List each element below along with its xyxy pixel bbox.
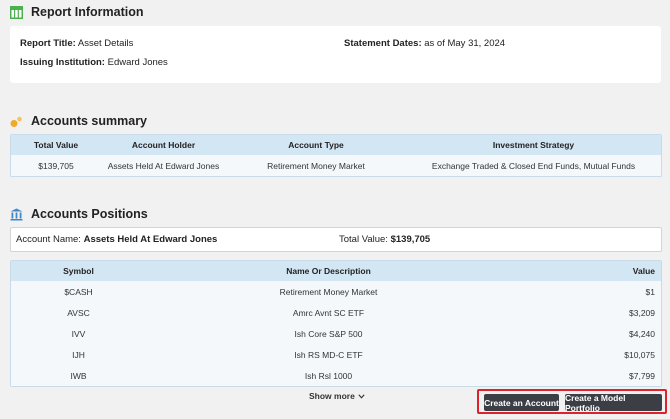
bank-icon [10,208,23,221]
table-cell: IVV [11,323,146,344]
table-cell: Amrc Avnt SC ETF [146,302,511,323]
table-cell: $7,799 [511,365,661,386]
positions-table: Symbol Name Or Description Value $CASH R… [10,260,662,387]
statement-dates-value: as of May 31, 2024 [424,38,506,49]
table-cell: Exchange Traded & Closed End Funds, Mutu… [406,155,661,176]
chevron-down-icon [358,391,365,401]
accounts-summary-title: Accounts summary [31,114,148,128]
create-model-portfolio-button[interactable]: Create a Model Portfolio [565,393,662,413]
total-value-value: $139,705 [390,234,431,245]
table-cell: $3,209 [511,302,661,323]
show-more-label: Show more [309,391,355,401]
issuing-institution-field: Issuing Institution: Edward Jones [20,57,168,68]
table-cell: AVSC [11,302,146,323]
column-header: Value [511,261,661,281]
report-title-field: Report Title: Asset Details [20,38,134,49]
table-cell: $CASH [11,281,146,302]
table-cell: Ish RS MD-C ETF [146,344,511,365]
account-name-value: Assets Held At Edward Jones [83,234,218,245]
accounts-summary-header: Accounts summary [10,114,147,128]
table-cell: $1 [511,281,661,302]
accounts-positions-header: Accounts Positions [10,207,148,221]
report-info-title: Report Information [31,5,144,19]
show-more-link[interactable]: Show more [309,391,365,401]
coins-icon [10,115,23,128]
table-cell: $10,075 [511,344,661,365]
report-title-value: Asset Details [77,38,134,49]
issuing-institution-value: Edward Jones [107,57,168,68]
accounts-positions-title: Accounts Positions [31,207,148,221]
total-value-field: Total Value: $139,705 [339,234,431,245]
table-cell: Ish Core S&P 500 [146,323,511,344]
table-row: $139,705 Assets Held At Edward Jones Ret… [11,155,661,176]
account-info-bar: Account Name: Assets Held At Edward Jone… [10,227,662,252]
report-info-card: Report Title: Asset Details Statement Da… [10,26,661,83]
column-header: Account Type [226,135,406,155]
table-cell: IJH [11,344,146,365]
table-icon [10,5,23,19]
table-row: IWB Ish Rsl 1000 $7,799 [11,365,661,386]
column-header: Total Value [11,135,101,155]
table-header-row: Symbol Name Or Description Value [11,261,661,281]
table-cell: Retirement Money Market [146,281,511,302]
accounts-summary-table: Total Value Account Holder Account Type … [10,134,662,177]
table-row: IJH Ish RS MD-C ETF $10,075 [11,344,661,365]
column-header: Investment Strategy [406,135,661,155]
table-cell: Assets Held At Edward Jones [101,155,226,176]
column-header: Symbol [11,261,146,281]
statement-dates-field: Statement Dates: as of May 31, 2024 [344,38,506,49]
table-cell: IWB [11,365,146,386]
create-account-button[interactable]: Create an Account [484,394,559,411]
table-cell: $4,240 [511,323,661,344]
table-row: $CASH Retirement Money Market $1 [11,281,661,302]
table-row: IVV Ish Core S&P 500 $4,240 [11,323,661,344]
table-cell: Ish Rsl 1000 [146,365,511,386]
table-row: AVSC Amrc Avnt SC ETF $3,209 [11,302,661,323]
table-cell: Retirement Money Market [226,155,406,176]
column-header: Account Holder [101,135,226,155]
account-name-field: Account Name: Assets Held At Edward Jone… [16,234,218,245]
table-header-row: Total Value Account Holder Account Type … [11,135,661,155]
report-info-header: Report Information [10,5,144,19]
column-header: Name Or Description [146,261,511,281]
table-cell: $139,705 [11,155,101,176]
